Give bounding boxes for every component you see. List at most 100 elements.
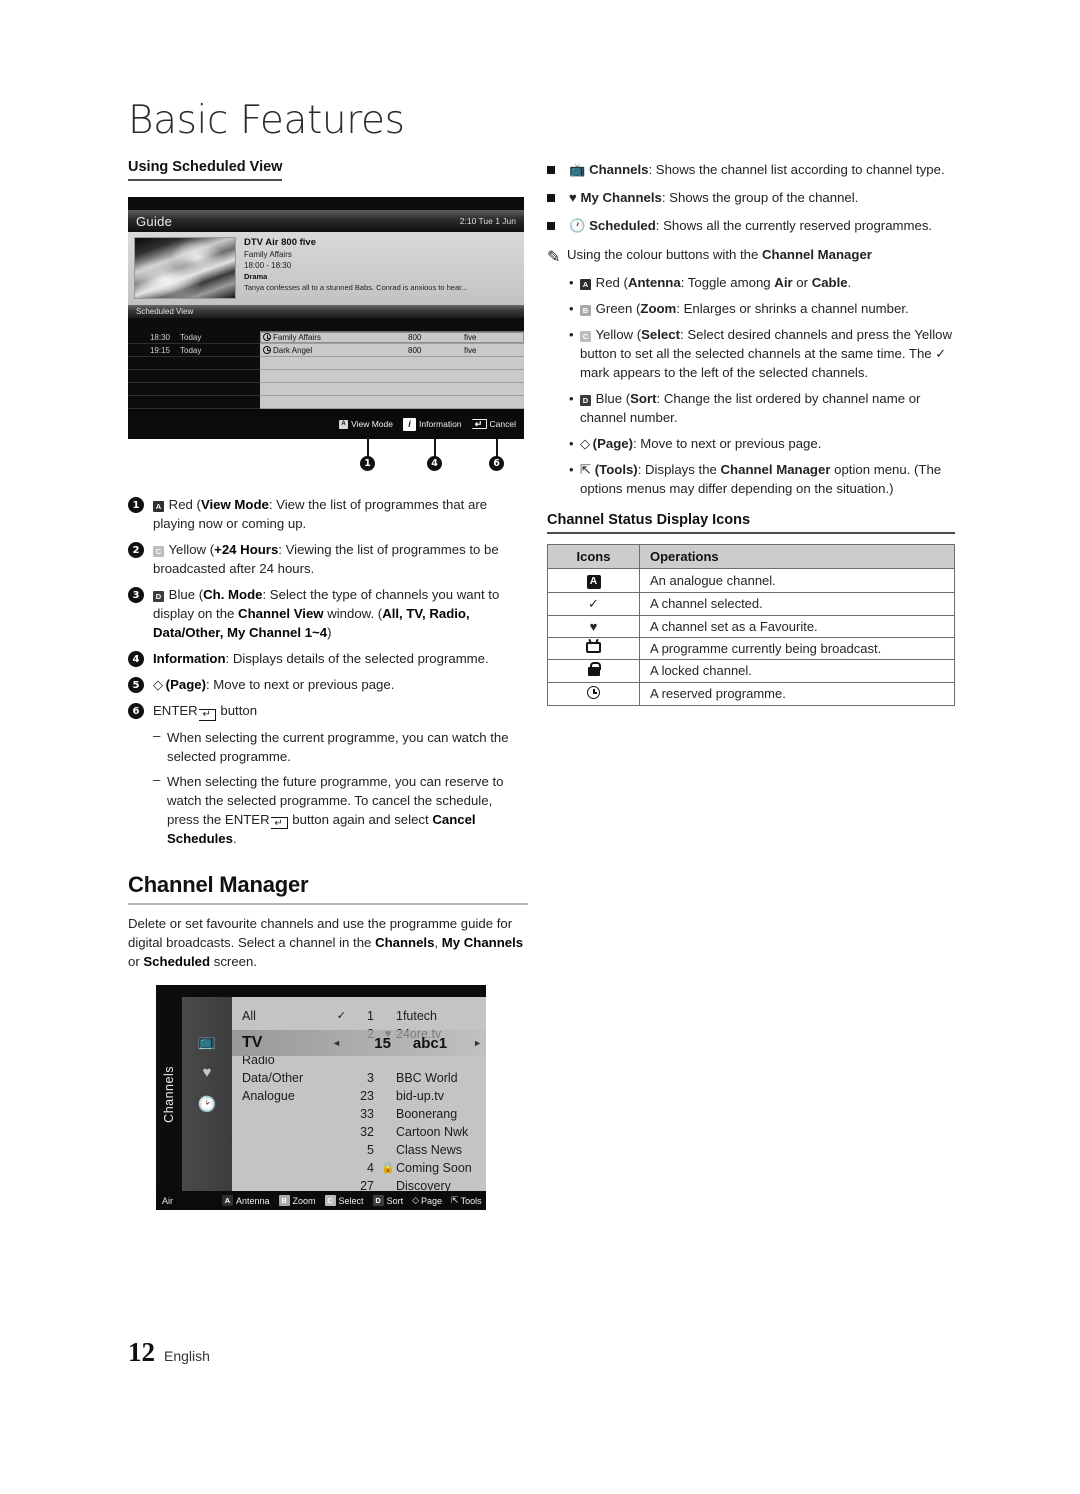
dot-body: : Move to next or previous page. — [632, 436, 822, 451]
red-key-icon: A — [580, 279, 591, 290]
feature-name: (Page) — [592, 436, 633, 451]
square-item-body: : Shows the group of the channel. — [661, 190, 859, 205]
blue-key-icon: D — [372, 1195, 384, 1206]
page-footer: 12 English — [128, 1337, 210, 1368]
feature-name: Information — [153, 651, 226, 666]
note-lead: Using the colour buttons with the — [567, 247, 762, 262]
cm-category-analogue[interactable]: Analogue — [232, 1087, 328, 1105]
cm-channel-row[interactable]: 5 Class News — [328, 1141, 486, 1159]
cm-channel-row[interactable]: 2 ♥ 24ore.tv — [328, 1025, 486, 1043]
item-number: 2 — [128, 542, 144, 558]
para-part-3: or — [128, 954, 144, 969]
cm-channel-row[interactable]: ✓ 1 1futech — [328, 1007, 486, 1025]
para-part-4: screen. — [210, 954, 257, 969]
guide-information-button[interactable]: i Information — [403, 417, 462, 431]
channel-manager-screenshot: Channels 📺 ♥ 🕑 All Radio Data/Other Anal… — [156, 985, 486, 1210]
cm-channel-row[interactable]: 4 🔒 Coming Soon — [328, 1159, 486, 1177]
colour-word: Blue — [168, 587, 196, 602]
feature-name: Zoom — [640, 301, 677, 316]
detail-genre: Drama — [244, 272, 268, 281]
table-header-row: Icons Operations — [547, 544, 955, 569]
cm-antenna-button[interactable]: A Antenna — [222, 1195, 270, 1206]
cm-sort-button[interactable]: D Sort — [372, 1195, 403, 1206]
callout-markers: 1 4 6 — [128, 439, 524, 481]
guide-cancel-button[interactable]: Cancel — [471, 419, 516, 429]
table-row: A locked channel. — [547, 658, 955, 683]
scheduled-row-empty[interactable] — [128, 396, 524, 409]
item-body-end: ) — [327, 625, 332, 640]
cm-channel-row[interactable]: 33 Boonerang — [328, 1105, 486, 1123]
channels-icon[interactable]: 📺 — [198, 1032, 217, 1050]
cm-channel-name: Boonerang — [396, 1107, 458, 1121]
operation-text: A channel set as a Favourite. — [639, 614, 955, 638]
feature-name: Select — [641, 327, 680, 342]
dot-bullet-icon: • — [569, 436, 574, 451]
item-body: : Displays details of the selected progr… — [225, 651, 489, 666]
list-item: 5 ◇ (Page): Move to next or previous pag… — [128, 675, 528, 694]
term-cable: Cable — [811, 275, 848, 290]
lock-icon — [587, 661, 601, 676]
cm-channel-row[interactable]: 3 BBC World — [328, 1069, 486, 1087]
blue-key-icon: D — [153, 591, 164, 602]
item-number: 6 — [128, 703, 144, 719]
cm-channel-number: 3 — [367, 1071, 374, 1085]
table-row: A reserved programme. — [547, 681, 955, 706]
page-title: Basic Features — [128, 98, 405, 143]
page-updown-icon: ◇ — [580, 436, 590, 451]
green-key-icon: B — [278, 1195, 290, 1206]
colour-word: Yellow — [168, 542, 207, 557]
cm-channel-row[interactable]: 27 Discovery — [328, 1177, 486, 1195]
cm-zoom-button[interactable]: B Zoom — [278, 1195, 316, 1206]
cm-vertical-tab[interactable]: Channels — [156, 997, 182, 1191]
channel-status-icons-table: Icons Operations A An analogue channel. … — [547, 544, 955, 706]
channel-manager-paragraph: Delete or set favourite channels and use… — [128, 914, 528, 971]
cm-channel-number: 1 — [367, 1009, 374, 1023]
cm-tools-button[interactable]: ⇱ Tools — [451, 1195, 482, 1206]
colour-word: Yellow — [595, 327, 634, 342]
list-item: 3 D Blue (Ch. Mode: Select the type of c… — [128, 585, 528, 642]
clock-icon[interactable]: 🕑 — [198, 1095, 217, 1113]
scheduled-row[interactable]: 19:15 Today Dark Angel 800 five — [128, 344, 524, 357]
square-bullet-item: 🕐 Scheduled: Shows all the currently res… — [547, 216, 955, 235]
cm-channel-row[interactable]: 32 Cartoon Nwk — [328, 1123, 486, 1141]
term-channel-manager: Channel Manager — [762, 247, 872, 262]
yellow-key-icon: C — [153, 546, 164, 557]
term-scheduled: Scheduled — [143, 954, 211, 969]
colour-word: Blue — [595, 391, 623, 406]
square-bullet-icon — [547, 166, 555, 174]
scheduled-row-empty[interactable] — [128, 383, 524, 396]
colour-word: Green — [595, 301, 633, 316]
cm-channel-name: Cartoon Nwk — [396, 1125, 469, 1139]
dash-marker: – — [153, 727, 161, 743]
page-updown-icon: ◇ — [153, 677, 163, 692]
scheduled-row-empty[interactable] — [128, 357, 524, 370]
cm-channel-name: bid-up.tv — [396, 1089, 444, 1103]
cm-category-radio[interactable]: Radio — [232, 1051, 328, 1069]
favourite-icon — [380, 1008, 396, 1024]
cm-zoom-label: Zoom — [292, 1195, 316, 1206]
row-number: 800 — [408, 333, 422, 342]
cm-category-data-other[interactable]: Data/Other — [232, 1069, 328, 1087]
scheduled-row[interactable]: 18:30 Today Family Affairs 800 five — [128, 331, 524, 344]
dot-bullet-icon: • — [569, 275, 574, 290]
channels-icon: 📺 — [569, 162, 586, 177]
cm-category-all[interactable]: All — [232, 1007, 328, 1025]
right-column: 📺 Channels: Shows the channel list accor… — [547, 160, 955, 706]
operation-text: A reserved programme. — [639, 681, 955, 706]
guide-view-mode-button[interactable]: A View Mode — [339, 419, 393, 429]
scheduled-row-empty[interactable] — [128, 370, 524, 383]
cm-select-button[interactable]: C Select — [324, 1195, 364, 1206]
heart-icon[interactable]: ♥ — [203, 1064, 212, 1081]
dot-bullet-item: • A Red (Antenna: Toggle among Air or Ca… — [569, 275, 852, 290]
detail-synopsis: Tanya confesses all to a stunned Babs. C… — [244, 283, 468, 292]
stopwatch-icon: 🕐 — [569, 218, 586, 233]
yellow-key-icon: C — [580, 331, 591, 342]
cm-channel-number: 4 — [367, 1161, 374, 1175]
cm-page-button[interactable]: ◇ Page — [412, 1195, 442, 1206]
channel-view-term: Channel View — [238, 606, 324, 621]
row-programme: Dark Angel — [273, 345, 313, 355]
cm-channel-row[interactable]: 23 bid-up.tv — [328, 1087, 486, 1105]
square-bullet-icon — [547, 222, 555, 230]
guide-spacer — [128, 318, 524, 331]
operation-text: A programme currently being broadcast. — [639, 636, 955, 660]
